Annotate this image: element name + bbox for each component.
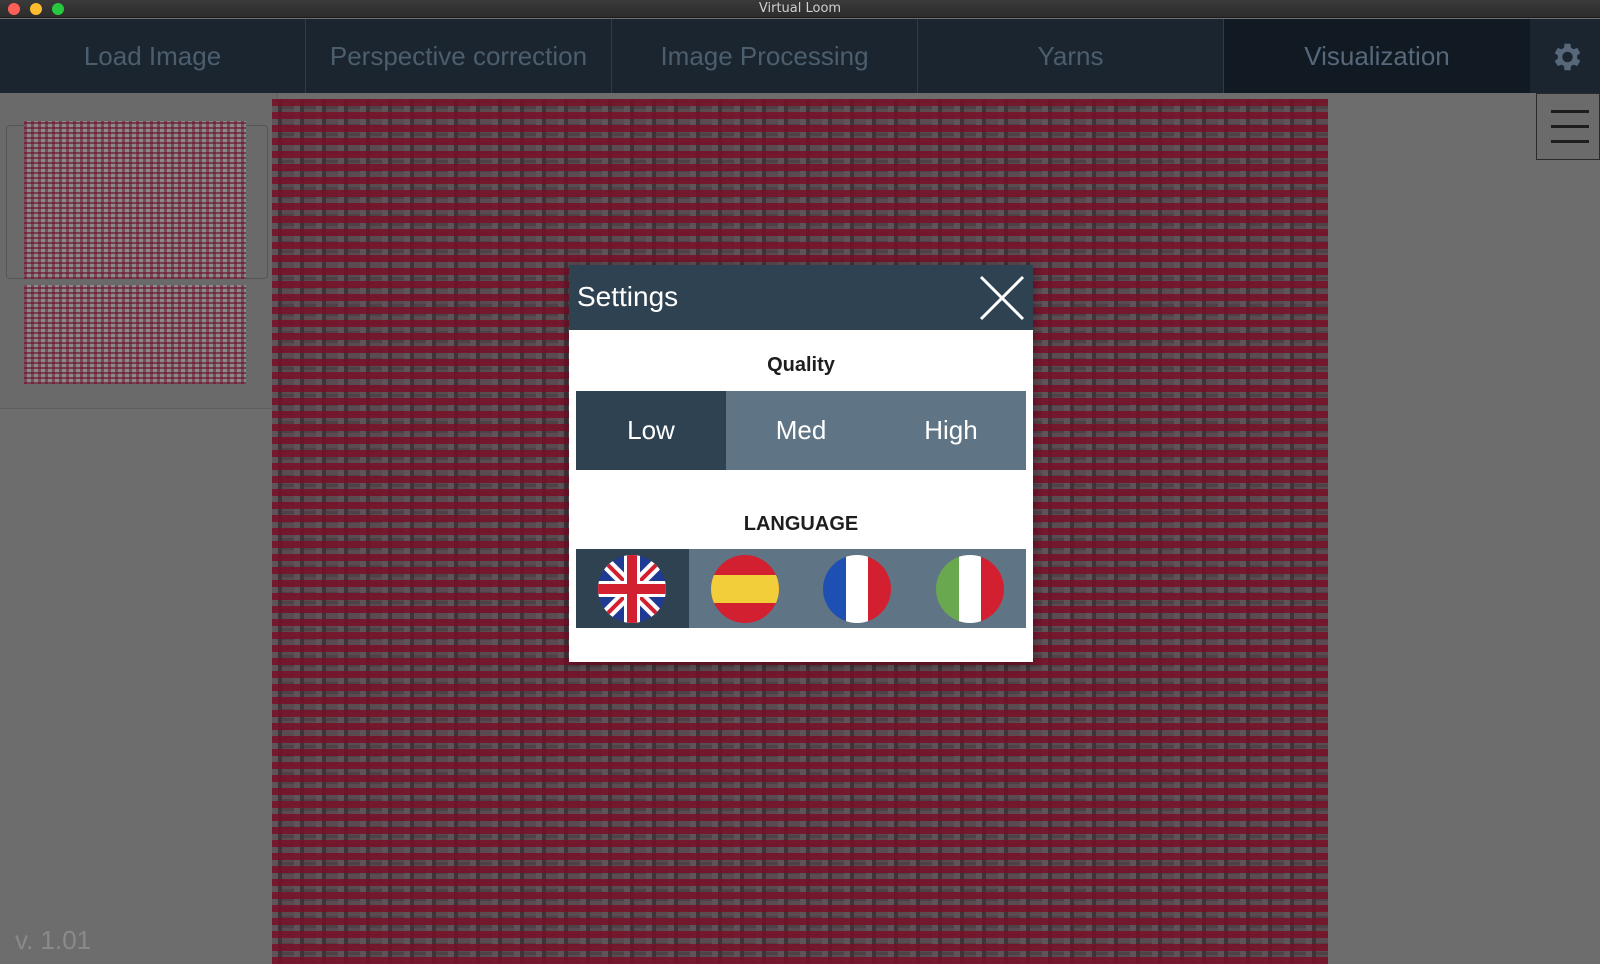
settings-dialog: Settings Quality Low Med High LANGUAGE bbox=[569, 265, 1033, 662]
tab-perspective-correction[interactable]: Perspective correction bbox=[306, 19, 612, 93]
language-label: LANGUAGE bbox=[743, 513, 859, 535]
uk-flag-icon bbox=[598, 554, 667, 623]
quality-label: Quality bbox=[767, 354, 835, 376]
close-icon[interactable] bbox=[977, 273, 1027, 323]
language-segmented-control bbox=[576, 549, 1026, 628]
quality-high-button[interactable]: High bbox=[876, 391, 1026, 470]
dialog-title: Settings bbox=[577, 281, 679, 312]
window-titlebar: Virtual Loom bbox=[0, 0, 1600, 18]
main-tabbar: Load Image Perspective correction Image … bbox=[0, 19, 1600, 93]
settings-dialog-header: Settings bbox=[569, 265, 1033, 330]
italy-flag-icon bbox=[935, 554, 1004, 623]
version-label: v. 1.01 bbox=[15, 925, 92, 955]
spain-flag-icon bbox=[710, 554, 779, 623]
language-italian-button[interactable] bbox=[914, 549, 1027, 628]
fabric-thumbnail[interactable] bbox=[24, 121, 246, 279]
tab-load-image[interactable]: Load Image bbox=[0, 19, 306, 93]
window-title: Virtual Loom bbox=[758, 1, 842, 16]
tab-image-processing[interactable]: Image Processing bbox=[612, 19, 918, 93]
france-flag-icon bbox=[823, 554, 892, 623]
gear-icon[interactable] bbox=[1548, 39, 1584, 75]
quality-segmented-control: Low Med High bbox=[576, 391, 1026, 470]
hamburger-menu-icon[interactable] bbox=[1536, 93, 1600, 160]
language-english-button[interactable] bbox=[576, 549, 689, 628]
quality-low-button[interactable]: Low bbox=[576, 391, 726, 470]
thumbnail-panel bbox=[0, 93, 278, 409]
tab-visualization[interactable]: Visualization bbox=[1224, 19, 1530, 93]
language-french-button[interactable] bbox=[801, 549, 914, 628]
pattern-thumbnail[interactable] bbox=[24, 285, 246, 384]
tab-yarns[interactable]: Yarns bbox=[918, 19, 1224, 93]
quality-med-button[interactable]: Med bbox=[726, 391, 876, 470]
language-spanish-button[interactable] bbox=[689, 549, 802, 628]
